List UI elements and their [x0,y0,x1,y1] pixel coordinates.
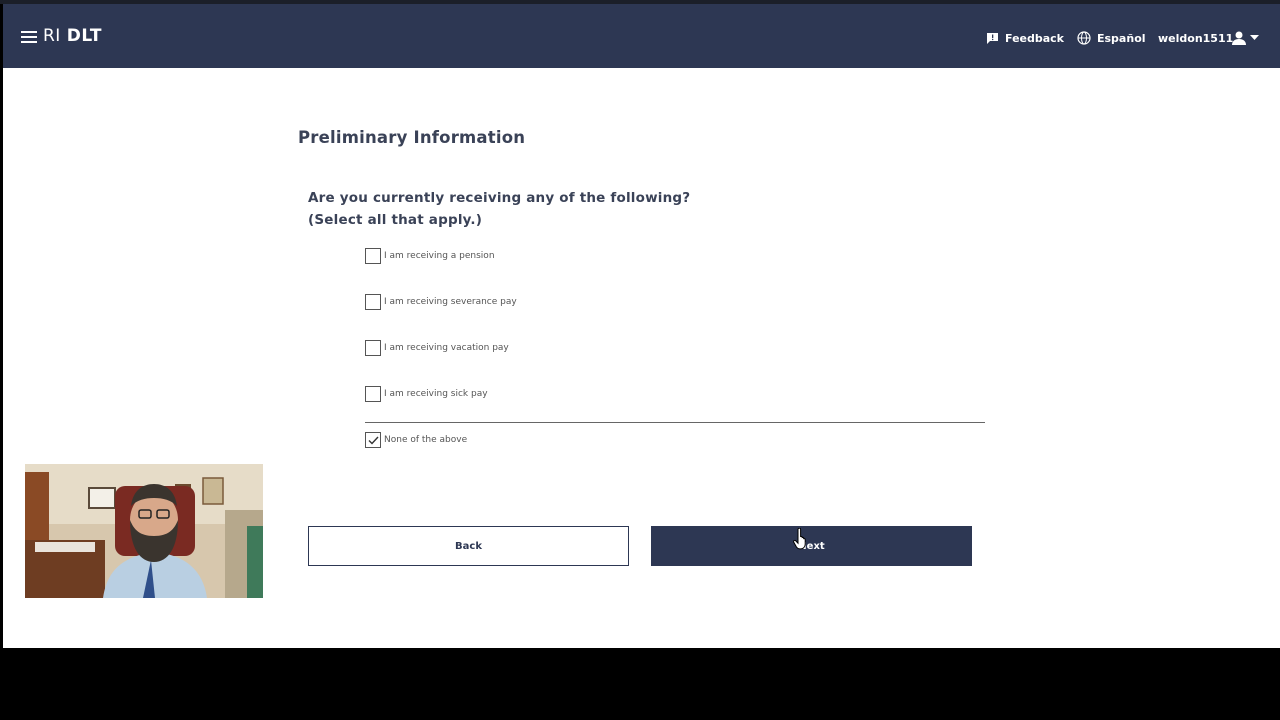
option-pension[interactable]: I am receiving a pension [365,248,495,264]
option-none-of-the-above[interactable]: None of the above [365,432,467,448]
feedback-link[interactable]: Feedback [986,28,1064,48]
page-title: Preliminary Information [298,128,526,147]
webcam-person-image [25,464,263,598]
rí-dlt-logo[interactable]: RI DLT [43,26,102,46]
logo-dlt-text: DLT [66,26,102,46]
option-vacation-pay[interactable]: I am receiving vacation pay [365,340,509,356]
none-of-the-above-checkbox[interactable] [365,432,381,448]
hamburger-icon[interactable] [21,30,37,44]
next-button[interactable]: Next [651,526,972,566]
option-sick-pay[interactable]: I am receiving sick pay [365,386,488,402]
question-line-1: Are you currently receiving any of the f… [308,190,691,206]
username-link[interactable]: weldon1511 [1158,28,1233,48]
pension-label: I am receiving a pension [384,251,495,261]
user-icon [1232,31,1246,45]
question-line-2: (Select all that apply.) [308,212,483,228]
sick-pay-label: I am receiving sick pay [384,389,488,399]
back-button[interactable]: Back [308,526,629,566]
severance-pay-checkbox[interactable] [365,294,381,310]
option-severance-pay[interactable]: I am receiving severance pay [365,294,517,310]
vacation-pay-label: I am receiving vacation pay [384,343,509,353]
username-label: weldon1511 [1158,31,1234,45]
webcam-video-overlay [25,464,263,598]
options-divider [365,422,985,423]
language-toggle[interactable]: Español [1077,28,1146,48]
hand-pointer-icon [793,528,806,550]
globe-icon [1077,31,1091,45]
back-button-label: Back [455,540,482,552]
feedback-label: Feedback [1005,31,1064,45]
feedback-icon [987,32,998,44]
logo-ri-text: RI [43,26,61,46]
question-text: Are you currently receiving any of the f… [308,187,690,231]
caret-down-icon [1250,35,1259,40]
none-of-the-above-label: None of the above [384,435,468,445]
vacation-pay-checkbox[interactable] [365,340,381,356]
language-label: Español [1097,31,1146,45]
top-navigation-bar: RI DLT Feedback Español weldon1511 [3,4,1280,68]
sick-pay-checkbox[interactable] [365,386,381,402]
checkmark-icon [368,436,379,445]
pension-checkbox[interactable] [365,248,381,264]
user-menu-button[interactable] [1231,28,1259,48]
severance-pay-label: I am receiving severance pay [384,297,517,307]
